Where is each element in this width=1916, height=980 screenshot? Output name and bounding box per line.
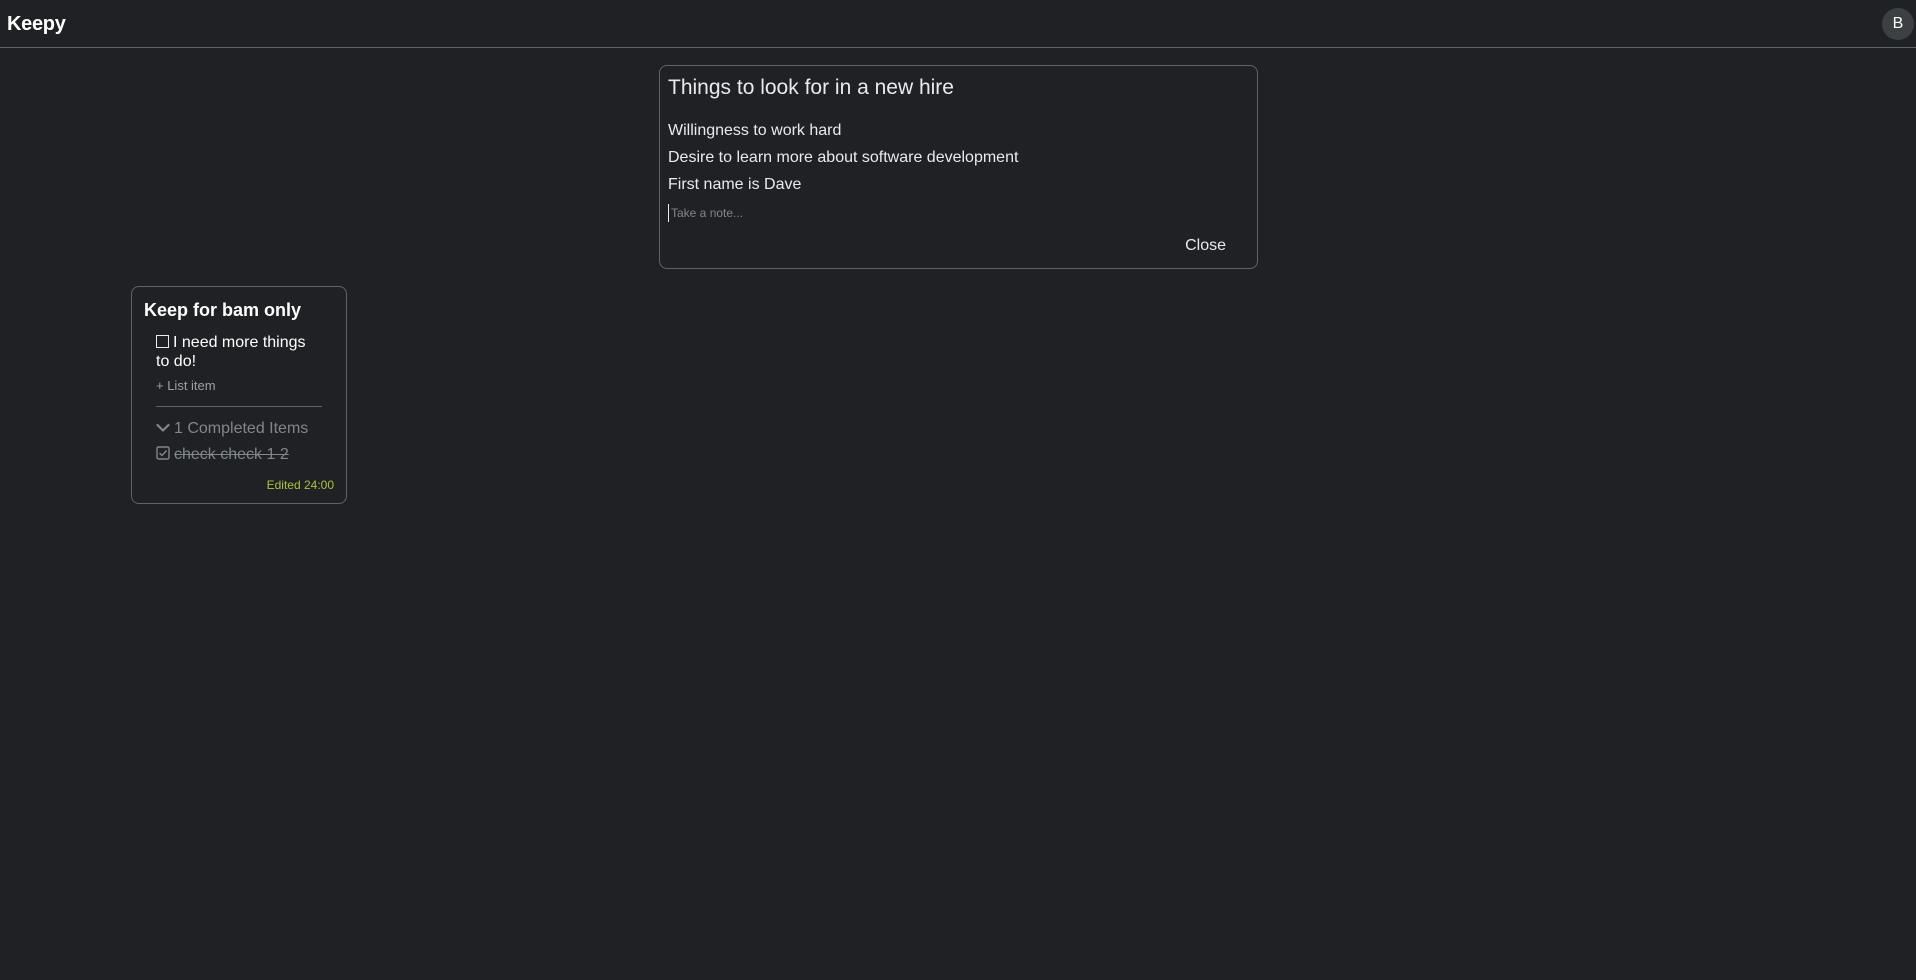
note-editor: Things to look for in a new hire Willing… <box>659 65 1258 269</box>
completed-items-toggle[interactable]: 1 Completed Items <box>156 420 308 438</box>
close-button[interactable]: Close <box>1177 233 1234 259</box>
edited-timestamp: Edited 24:00 <box>266 478 334 492</box>
list-item: I need more things to do! <box>156 333 316 371</box>
chevron-down-icon <box>156 420 170 438</box>
list-item-text[interactable]: I need more things to do! <box>156 334 306 370</box>
editor-title[interactable]: Things to look for in a new hire <box>668 76 954 100</box>
app-title: Keepy <box>7 13 66 35</box>
avatar[interactable]: B <box>1882 8 1914 40</box>
divider <box>156 406 322 407</box>
editor-line[interactable]: Willingness to work hard <box>668 121 1018 148</box>
editor-line[interactable]: Desire to learn more about software deve… <box>668 148 1018 175</box>
take-note-input[interactable] <box>668 204 1231 222</box>
note-card[interactable]: Keep for bam only I need more things to … <box>131 286 347 504</box>
checkbox-checked-icon[interactable] <box>156 446 170 465</box>
card-title: Keep for bam only <box>144 300 302 320</box>
editor-lines: Willingness to work hard Desire to learn… <box>668 121 1018 202</box>
completed-item-text[interactable]: check check 1 2 <box>174 446 289 463</box>
checkbox-icon[interactable] <box>156 335 169 348</box>
completed-items-label: 1 Completed Items <box>174 420 309 437</box>
add-list-item-button[interactable]: + List item <box>156 378 216 393</box>
completed-list-item: check check 1 2 <box>156 446 289 465</box>
top-bar: Keepy B <box>0 0 1916 48</box>
editor-line[interactable]: First name is Dave <box>668 175 1018 202</box>
